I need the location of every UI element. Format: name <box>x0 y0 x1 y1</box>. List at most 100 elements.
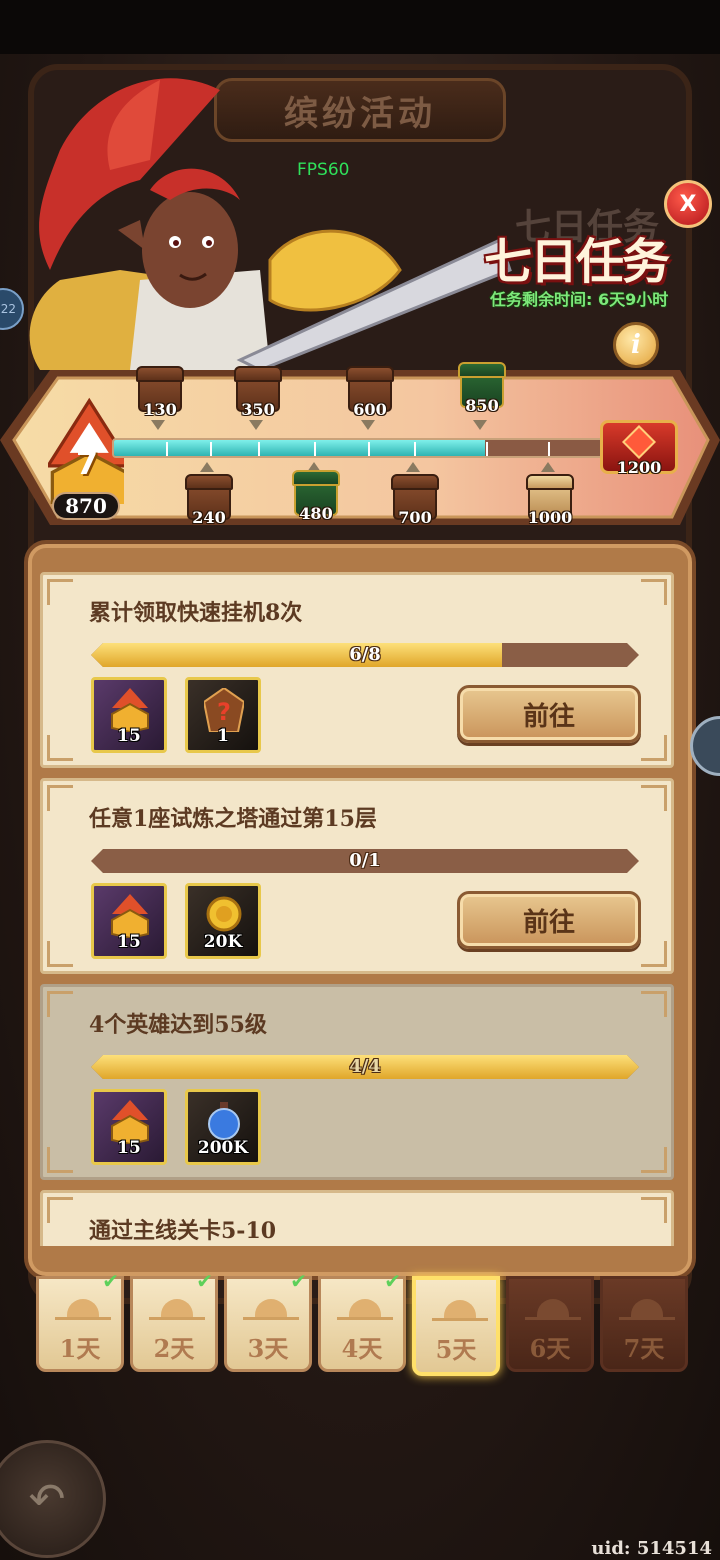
horizon-line <box>337 1317 393 1320</box>
progress-tick <box>368 442 370 456</box>
sun-icon <box>67 1299 99 1317</box>
tab-day-4[interactable]: 4天 ✔ <box>318 1269 406 1372</box>
reward-item[interactable]: ? 1 <box>185 677 261 753</box>
horizon-line <box>619 1317 675 1320</box>
milestone-chest-1000[interactable]: 1000 <box>524 472 576 528</box>
tab-label: 6天 <box>529 1334 571 1363</box>
reward-quantity: 15 <box>117 1138 141 1158</box>
frame-corner <box>641 785 667 811</box>
tab-label: 3天 <box>247 1334 289 1363</box>
milestone-chest-850[interactable]: 850 <box>456 360 508 416</box>
hero-illustration <box>29 78 512 370</box>
frame-corner <box>641 991 667 1017</box>
tab-day-1[interactable]: 1天 ✔ <box>36 1269 124 1372</box>
reward-quantity: 1 <box>217 726 229 746</box>
chest-points: 600 <box>353 400 387 419</box>
chest-points: 480 <box>299 504 333 523</box>
sun-icon <box>255 1299 287 1317</box>
progress-tick <box>486 442 488 456</box>
reward-quantity: 200K <box>197 1138 249 1158</box>
chest-points: 850 <box>465 396 499 415</box>
back-arrow-icon: ↶ <box>28 1473 66 1525</box>
task-title: 通过主线关卡5-10 <box>89 1218 277 1244</box>
event-title: 七日任务 <box>484 234 670 290</box>
tab-label: 7天 <box>623 1334 665 1363</box>
frame-corner <box>47 579 73 605</box>
progress-tick <box>414 442 416 456</box>
final-reward-chest[interactable]: 1200 <box>594 408 684 478</box>
marker-arrow <box>249 420 263 430</box>
task-title: 累计领取快速挂机8次 <box>89 600 303 626</box>
sun-icon <box>631 1299 663 1317</box>
check-icon: ✔ <box>196 1269 213 1293</box>
milestone-chest-700[interactable]: 700 <box>389 472 441 528</box>
chest-lid <box>391 474 439 490</box>
progress-tick <box>210 442 212 456</box>
chest-lid <box>458 362 506 378</box>
milestone-chest-130[interactable]: 130 <box>134 364 186 420</box>
reward-quantity: 15 <box>117 726 141 746</box>
sun-icon <box>537 1299 569 1317</box>
chest-lid <box>234 366 282 382</box>
horizon-line <box>432 1318 488 1321</box>
frame-corner <box>47 991 73 1017</box>
reward-item[interactable]: 15 <box>91 677 167 753</box>
horizon-line <box>525 1317 581 1320</box>
reward-item[interactable]: 15 <box>91 1089 167 1165</box>
frame-corner <box>47 941 73 967</box>
frame-corner <box>641 579 667 605</box>
tab-day-5[interactable]: 5天 <box>412 1276 500 1376</box>
tab-day-7[interactable]: 7天 <box>600 1276 688 1372</box>
milestone-chest-240[interactable]: 240 <box>183 472 235 528</box>
go-button[interactable]: 前往 <box>457 891 641 949</box>
chest-lid <box>346 366 394 382</box>
reward-item[interactable]: 20K <box>185 883 261 959</box>
tab-label: 5天 <box>435 1335 477 1364</box>
marker-arrow <box>541 462 555 472</box>
reward-item[interactable]: 15 <box>91 883 167 959</box>
task-card: 累计领取快速挂机8次 6/8 15 ? 1 前往 <box>40 572 674 768</box>
task-progress-bar: 4/4 <box>91 1055 639 1079</box>
close-button[interactable]: X <box>664 180 712 228</box>
tab-label: 2天 <box>153 1334 195 1363</box>
chest-lid <box>136 366 184 382</box>
task-card: 通过主线关卡5-10 <box>40 1190 674 1246</box>
svg-text:?: ? <box>217 698 231 726</box>
tab-label: 4天 <box>341 1334 383 1363</box>
info-icon: i <box>631 330 641 360</box>
milestone-chest-480[interactable]: 480 <box>290 468 342 524</box>
milestone-chest-600[interactable]: 600 <box>344 364 396 420</box>
horizon-line <box>243 1317 299 1320</box>
task-title: 4个英雄达到55级 <box>89 1012 267 1038</box>
marker-arrow <box>151 420 165 430</box>
horizon-line <box>149 1317 205 1320</box>
go-button[interactable]: 前往 <box>457 685 641 743</box>
task-progress-bar: 0/1 <box>91 849 639 873</box>
task-list[interactable]: 累计领取快速挂机8次 6/8 15 ? 1 前往 任意1座试炼之塔通过第15层 … <box>40 572 674 1246</box>
tab-day-2[interactable]: 2天 ✔ <box>130 1269 218 1372</box>
chest-points: 1200 <box>616 458 662 477</box>
sun-icon <box>161 1299 193 1317</box>
frame-corner <box>47 785 73 811</box>
sun-icon <box>349 1299 381 1317</box>
tab-label: 1天 <box>59 1334 101 1363</box>
chest-lid <box>185 474 233 490</box>
check-icon: ✔ <box>384 1269 401 1293</box>
points-progress-bar <box>112 438 604 458</box>
chest-points: 1000 <box>527 508 573 527</box>
progress-tick <box>548 442 550 456</box>
chest-points: 350 <box>241 400 275 419</box>
tab-day-3[interactable]: 3天 ✔ <box>224 1269 312 1372</box>
milestone-chest-350[interactable]: 350 <box>232 364 284 420</box>
tab-day-6[interactable]: 6天 <box>506 1276 594 1372</box>
marker-arrow <box>406 462 420 472</box>
reward-quantity: 20K <box>203 932 243 952</box>
activity-points: 870 <box>52 492 120 520</box>
progress-tick <box>166 442 168 456</box>
frame-corner <box>641 941 667 967</box>
day-tabs: 1天 ✔ 2天 ✔ 3天 ✔ 4天 ✔ 5天 6天 7天 <box>36 1269 692 1376</box>
reward-item[interactable]: 200K <box>185 1089 261 1165</box>
horizon-line <box>55 1317 111 1320</box>
frame-corner <box>641 1197 667 1223</box>
sun-icon <box>444 1300 476 1318</box>
